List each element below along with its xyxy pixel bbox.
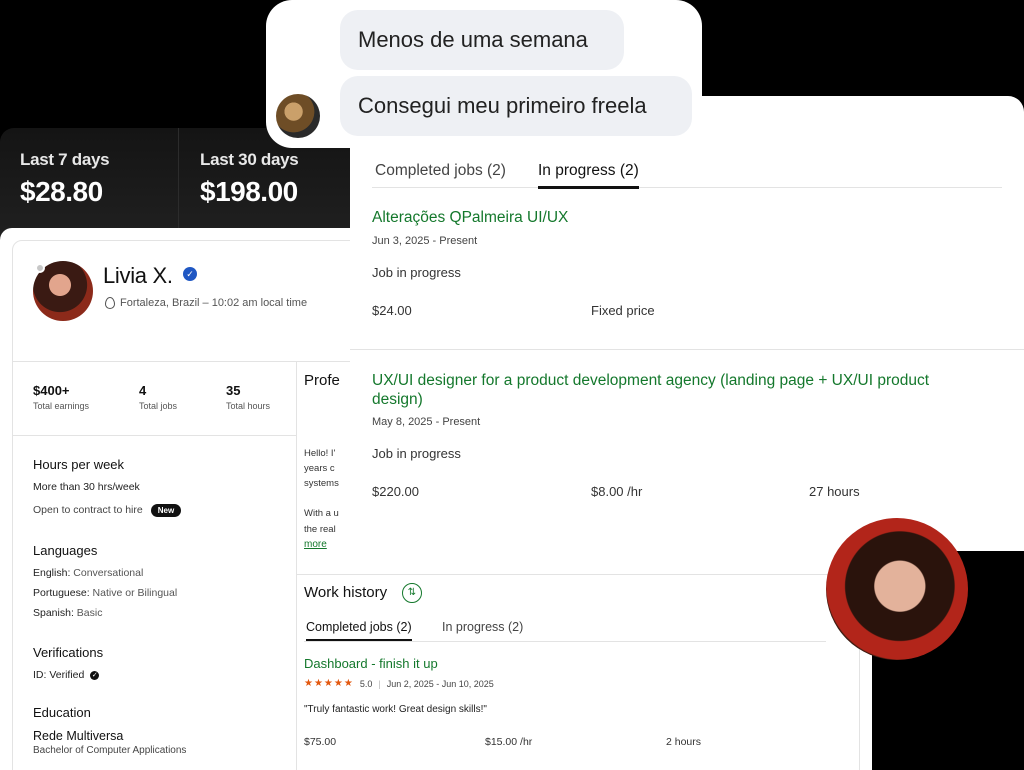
job-title-link[interactable]: UX/UI designer for a product development… [372,371,982,409]
divider [296,361,297,770]
work-history-title: Work history [304,584,388,601]
profile-name: Livia X. [103,263,173,288]
profile-location: Fortaleza, Brazil – 10:02 am local time [105,297,307,309]
stat-total-earnings: $400+ Total earnings [33,383,89,411]
stat-value: $400+ [33,383,70,398]
about-line: With a u [304,508,339,519]
jobs-in-progress-panel: Completed jobs (2) In progress (2) Alter… [350,96,1024,551]
tab-in-progress[interactable]: In progress (2) [538,162,639,189]
contract-to-hire: Open to contract to hire New [33,504,182,517]
job-earned: $75.00 [304,736,337,748]
language-name: English: [33,567,71,579]
education-title: Education [33,705,91,720]
job-dates: May 8, 2025 - Present [372,416,481,428]
job-status: Job in progress [372,265,461,280]
job-amount: $24.00 [372,303,412,318]
hours-per-week-title: Hours per week [33,457,125,472]
tab-completed-jobs[interactable]: Completed jobs (2) [375,162,506,180]
language-name: Portuguese: [33,587,90,599]
stat-label: Total jobs [139,401,178,411]
language-name: Spanish: [33,607,74,619]
work-history-tabs: Completed jobs (2) In progress (2) [304,616,826,642]
professional-title: Profe [304,372,340,389]
language-level: Native or Bilingual [92,587,178,599]
stat-label: Total earnings [33,401,90,411]
language-item: Spanish: Basic [33,607,102,619]
rating-value: 5.0 [359,678,373,689]
location-pin-icon [105,297,115,309]
stat-label: Total hours [226,401,271,411]
job-dates: Jun 3, 2025 - Present [372,235,478,247]
check-icon: ✓ [90,670,100,680]
star-rating-icon: ★★★★★ [304,678,354,689]
earnings-last-30-days: Last 30 days $198.00 [200,150,299,208]
job-title-link[interactable]: Dashboard - finish it up [304,656,438,671]
job-hours: 2 hours [666,736,702,748]
more-link[interactable]: more [304,539,327,550]
tab-completed-jobs[interactable]: Completed jobs (2) [306,620,412,641]
about-line: systems [304,478,339,489]
about-line: the real [304,524,336,535]
job-hours: 27 hours [809,484,860,499]
divider [350,349,1024,350]
verified-badge-icon: ✓ [183,267,197,281]
language-level: Basic [76,607,103,619]
id-verified: ID: Verified ✓ [33,669,100,681]
job-status: Job in progress [372,446,461,461]
job-dates: Jun 2, 2025 - Jun 10, 2025 [386,678,494,689]
contract-text: Open to contract to hire [33,504,143,516]
job-amount: $220.00 [372,484,419,499]
jobs-tabs: Completed jobs (2) In progress (2) [372,156,1002,189]
about-line: years c [304,463,335,474]
hours-per-week-value: More than 30 hrs/week [33,481,140,493]
education-school: Rede Multiversa [33,729,124,743]
chat-bubble: Menos de uma semana [340,10,624,70]
sort-icon[interactable]: ⇅ [402,583,422,603]
about-line: Hello! I' [304,448,336,459]
status-dot-icon [35,263,45,273]
earnings-value: $198.00 [200,176,298,207]
language-item: Portuguese: Native or Bilingual [33,587,177,599]
id-verified-text: ID: Verified [33,669,85,681]
earnings-last-7-days: Last 7 days $28.80 [20,150,110,208]
earnings-label: Last 30 days [200,150,299,169]
chat-messages: Menos de uma semana Consegui meu primeir… [266,0,702,148]
avatar [276,94,320,138]
stat-value: 35 [226,383,241,398]
job-meta: ★★★★★ 5.0 | Jun 2, 2025 - Jun 10, 2025 [304,678,494,689]
divider [13,435,296,436]
tab-in-progress[interactable]: In progress (2) [442,620,523,634]
language-level: Conversational [73,567,144,579]
job-feedback: "Truly fantastic work! Great design skil… [304,704,487,715]
stat-value: 4 [139,383,147,398]
job-rate: $15.00 /hr [485,736,533,748]
earnings-label: Last 7 days [20,150,110,169]
chat-bubble: Consegui meu primeiro freela [340,76,692,136]
divider [178,128,179,238]
job-rate: $8.00 /hr [591,484,643,499]
verifications-title: Verifications [33,645,104,660]
stat-total-hours: 35 Total hours [226,383,270,411]
job-type: Fixed price [591,303,655,318]
avatar [826,518,968,660]
divider [296,574,860,575]
language-item: English: Conversational [33,567,143,579]
education-degree: Bachelor of Computer Applications [33,745,187,756]
location-text: Fortaleza, Brazil – 10:02 am local time [120,297,308,309]
languages-title: Languages [33,543,98,558]
stat-total-jobs: 4 Total jobs [139,383,177,411]
earnings-value: $28.80 [20,176,103,207]
new-badge: New [150,504,182,517]
separator: | [378,678,381,689]
job-title-link[interactable]: Alterações QPalmeira UI/UX [372,208,982,227]
